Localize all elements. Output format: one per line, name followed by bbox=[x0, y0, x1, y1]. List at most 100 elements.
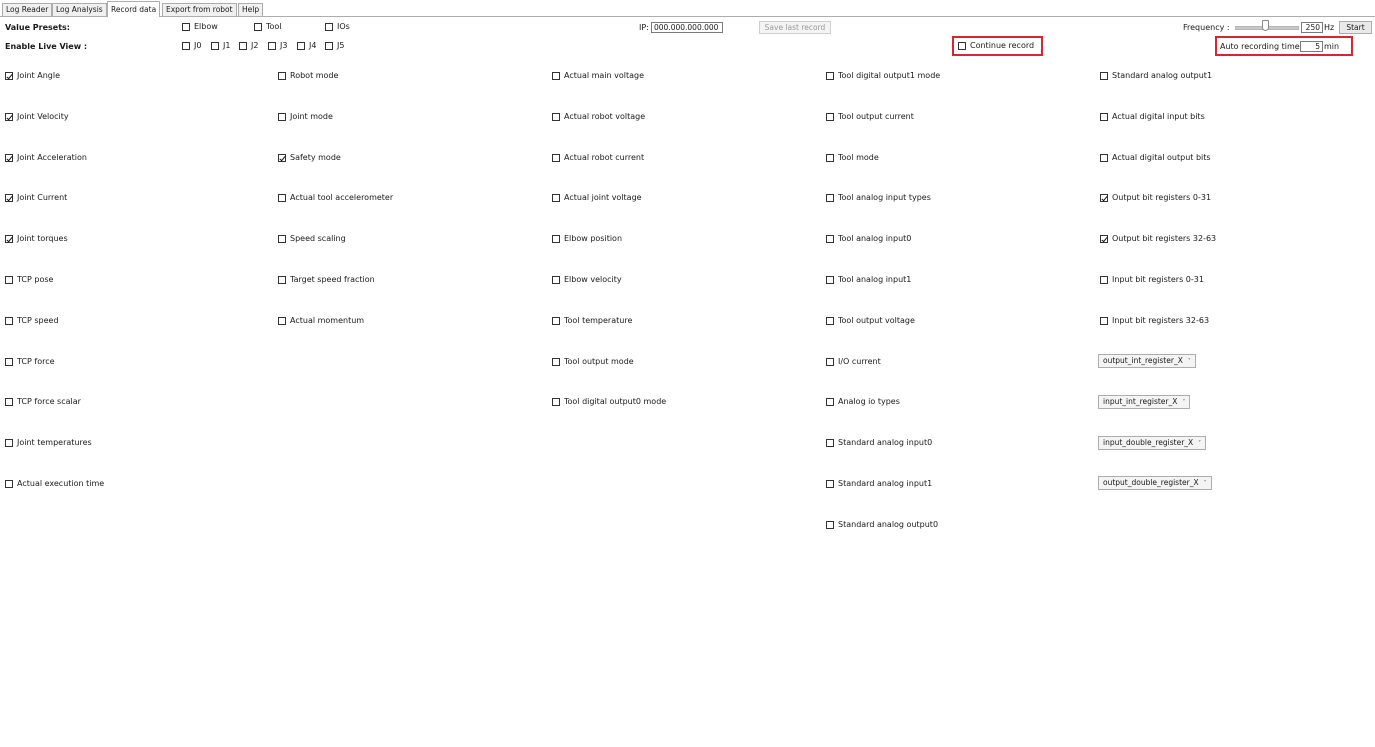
frequency-input[interactable]: 250 bbox=[1301, 22, 1323, 33]
checkbox-icon bbox=[826, 72, 834, 80]
checked-checkbox-icon bbox=[5, 194, 13, 202]
joint-j3-checkbox[interactable]: J3 bbox=[268, 41, 287, 51]
signal-label: Actual digital input bits bbox=[1112, 112, 1205, 121]
signal-checkbox[interactable]: Tool analog input0 bbox=[826, 234, 911, 244]
signal-checkbox[interactable]: TCP force scalar bbox=[5, 397, 81, 407]
preset-ios-checkbox[interactable]: IOs bbox=[325, 22, 350, 32]
signal-checkbox[interactable]: Elbow velocity bbox=[552, 275, 622, 285]
signal-checkbox[interactable]: Tool analog input types bbox=[826, 193, 931, 203]
signal-checkbox[interactable]: Standard analog input1 bbox=[826, 479, 932, 489]
signal-checkbox[interactable]: TCP pose bbox=[5, 275, 53, 285]
joint-j5-checkbox[interactable]: J5 bbox=[325, 41, 344, 51]
signal-label: Elbow velocity bbox=[564, 275, 622, 284]
signal-checkbox[interactable]: Tool analog input1 bbox=[826, 275, 911, 285]
signal-checkbox[interactable]: Joint mode bbox=[278, 112, 333, 122]
ip-input[interactable]: 000.000.000.000 bbox=[651, 22, 723, 33]
signal-checkbox[interactable]: Tool digital output0 mode bbox=[552, 397, 666, 407]
tab-bar: Log Reader Log Analysis Record data Expo… bbox=[0, 0, 1375, 17]
signal-checkbox[interactable]: Actual digital input bits bbox=[1100, 112, 1205, 122]
preset-tool-checkbox[interactable]: Tool bbox=[254, 22, 282, 32]
signal-checkbox[interactable]: Tool output voltage bbox=[826, 316, 915, 326]
signal-checkbox[interactable]: Analog io types bbox=[826, 397, 900, 407]
checkbox-icon bbox=[5, 276, 13, 284]
auto-recording-input[interactable]: 5 bbox=[1300, 41, 1323, 52]
signal-checkbox[interactable]: TCP speed bbox=[5, 316, 59, 326]
tab-record-data[interactable]: Record data bbox=[107, 1, 161, 17]
signal-label: Actual robot voltage bbox=[564, 112, 646, 121]
signal-checkbox[interactable]: Joint Angle bbox=[5, 71, 60, 81]
register-dropdown[interactable]: input_double_register_X ˅ bbox=[1098, 436, 1207, 450]
joint-j0-checkbox[interactable]: J0 bbox=[182, 41, 201, 51]
tab-log-reader[interactable]: Log Reader bbox=[2, 3, 53, 16]
checkbox-icon bbox=[278, 235, 286, 243]
signal-checkbox[interactable]: Output bit registers 32-63 bbox=[1100, 234, 1216, 244]
signal-checkbox[interactable]: Tool output current bbox=[826, 112, 914, 122]
signal-checkbox[interactable]: Joint Acceleration bbox=[5, 153, 87, 163]
signal-checkbox[interactable]: Joint temperatures bbox=[5, 438, 92, 448]
signal-checkbox[interactable]: Actual execution time bbox=[5, 479, 104, 489]
register-dropdown[interactable]: output_double_register_X ˅ bbox=[1098, 476, 1212, 490]
signal-checkbox[interactable]: Output bit registers 0-31 bbox=[1100, 193, 1211, 203]
signal-checkbox[interactable]: Standard analog output0 bbox=[826, 520, 938, 530]
signal-checkbox[interactable]: Standard analog input0 bbox=[826, 438, 932, 448]
signal-checkbox[interactable]: Actual joint voltage bbox=[552, 193, 642, 203]
checkbox-icon bbox=[325, 23, 333, 31]
checkbox-icon bbox=[278, 317, 286, 325]
checkbox-icon bbox=[552, 398, 560, 406]
signal-checkbox[interactable]: Robot mode bbox=[278, 71, 338, 81]
start-button[interactable]: Start bbox=[1339, 21, 1372, 34]
signal-checkbox[interactable]: Input bit registers 0-31 bbox=[1100, 275, 1204, 285]
signal-label: Tool temperature bbox=[564, 316, 633, 325]
signal-label: Standard analog output0 bbox=[838, 520, 939, 529]
joint-j1-checkbox[interactable]: J1 bbox=[211, 41, 230, 51]
dropdown-label: output_int_register_X bbox=[1103, 356, 1183, 365]
preset-elbow-checkbox[interactable]: Elbow bbox=[182, 22, 218, 32]
dropdown-label: input_int_register_X bbox=[1103, 397, 1178, 406]
signal-checkbox[interactable]: Actual robot current bbox=[552, 153, 644, 163]
signal-label: Elbow position bbox=[564, 234, 623, 243]
register-dropdown[interactable]: input_int_register_X ˅ bbox=[1098, 395, 1191, 409]
joint-j2-checkbox[interactable]: J2 bbox=[239, 41, 258, 51]
signal-checkbox[interactable]: I/O current bbox=[826, 357, 881, 367]
signal-checkbox[interactable]: Joint Velocity bbox=[5, 112, 69, 122]
checkbox-icon bbox=[1100, 317, 1108, 325]
signal-checkbox[interactable]: Target speed fraction bbox=[278, 275, 375, 285]
joint-j4-checkbox[interactable]: J4 bbox=[297, 41, 316, 51]
signal-checkbox[interactable]: Joint Current bbox=[5, 193, 67, 203]
signal-checkbox[interactable]: Standard analog output1 bbox=[1100, 71, 1212, 81]
signal-checkbox[interactable]: Elbow position bbox=[552, 234, 622, 244]
live-view-label: Enable Live View : bbox=[5, 42, 88, 51]
signal-checkbox[interactable]: Input bit registers 32-63 bbox=[1100, 316, 1209, 326]
signal-checkbox[interactable]: Tool mode bbox=[826, 153, 879, 163]
signal-checkbox[interactable]: Actual main voltage bbox=[552, 71, 644, 81]
continue-record-label: Continue record bbox=[970, 41, 1035, 50]
signal-checkbox[interactable]: Actual digital output bits bbox=[1100, 153, 1211, 163]
save-last-record-button[interactable]: Save last record bbox=[759, 21, 831, 34]
frequency-slider-thumb[interactable] bbox=[1262, 20, 1269, 31]
signal-checkbox[interactable]: Joint torques bbox=[5, 234, 68, 244]
signal-checkbox[interactable]: Safety mode bbox=[278, 153, 341, 163]
signal-checkbox[interactable]: Actual momentum bbox=[278, 316, 364, 326]
continue-record-checkbox[interactable]: Continue record bbox=[958, 41, 1034, 51]
checkbox-icon bbox=[552, 194, 560, 202]
signal-label: Tool mode bbox=[838, 153, 879, 162]
signal-checkbox[interactable]: TCP force bbox=[5, 357, 55, 367]
checkbox-icon bbox=[826, 480, 834, 488]
signal-label: Analog io types bbox=[838, 397, 900, 406]
tab-help[interactable]: Help bbox=[238, 3, 264, 16]
signal-checkbox[interactable]: Actual robot voltage bbox=[552, 112, 645, 122]
checkbox-icon bbox=[1100, 113, 1108, 121]
register-dropdown[interactable]: output_int_register_X ˅ bbox=[1098, 354, 1196, 368]
signal-checkbox[interactable]: Tool digital output1 mode bbox=[826, 71, 940, 81]
signal-checkbox[interactable]: Tool output mode bbox=[552, 357, 634, 367]
chevron-down-icon: ˅ bbox=[1187, 358, 1191, 365]
checkbox-icon bbox=[826, 154, 834, 162]
signal-checkbox[interactable]: Tool temperature bbox=[552, 316, 632, 326]
joint-label: J2 bbox=[251, 41, 259, 50]
tab-export-from-robot[interactable]: Export from robot bbox=[162, 3, 237, 16]
signal-label: Tool output mode bbox=[564, 357, 634, 366]
checkbox-icon bbox=[552, 358, 560, 366]
signal-checkbox[interactable]: Actual tool accelerometer bbox=[278, 193, 393, 203]
signal-checkbox[interactable]: Speed scaling bbox=[278, 234, 346, 244]
tab-log-analysis[interactable]: Log Analysis bbox=[52, 3, 107, 16]
